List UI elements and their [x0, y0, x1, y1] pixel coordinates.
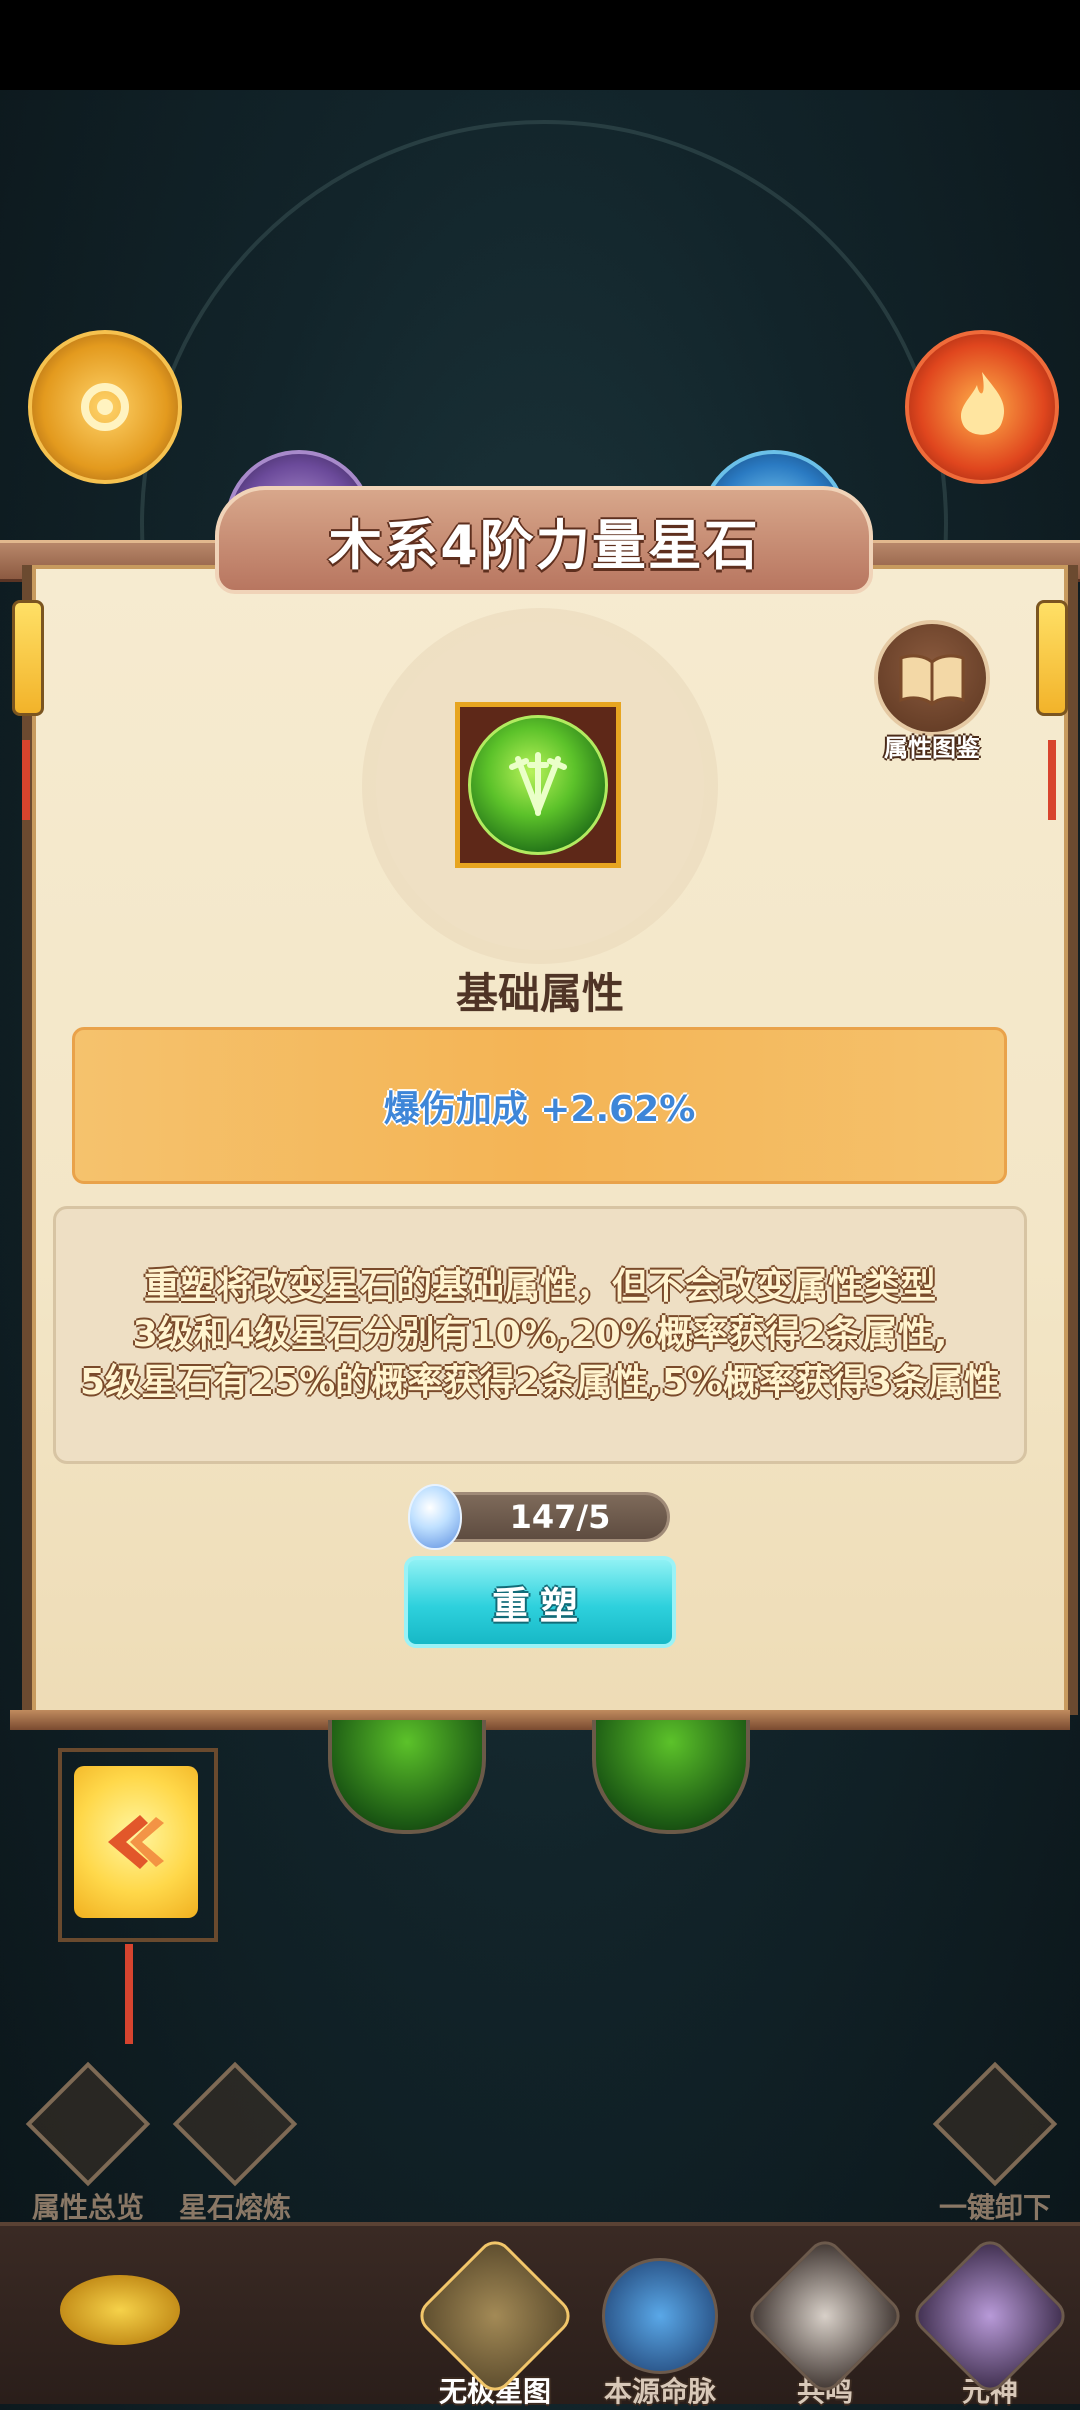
description-line: 5级星石有25%的概率获得2条属性,5%概率获得3条属性: [79, 1362, 1001, 1403]
back-arrow-icon: [108, 1815, 164, 1869]
nav-tab-spirit[interactable]: 元神: [907, 2233, 1073, 2410]
description-line: 重塑将改变星石的基础属性，但不会改变属性类型: [143, 1266, 936, 1307]
status-bar: [0, 0, 1080, 90]
base-attributes-title: 基础属性: [455, 969, 624, 1018]
codex-label: 属性图鉴: [884, 734, 980, 762]
equipped-stone-slot[interactable]: [592, 1720, 750, 1834]
stone-smelt-button[interactable]: 星石熔炼: [165, 2061, 305, 2226]
fire-element-orb: [905, 330, 1059, 484]
back-arrow-panel: [74, 1766, 198, 1918]
lantern-tassel: [125, 1944, 133, 2044]
nav-tab-origin-vein[interactable]: 本源命脉: [585, 2258, 735, 2410]
description-line: 3级和4级星石分别有10%,20%概率获得2条属性,: [132, 1314, 948, 1355]
attribute-box: 爆伤加成 +2.62%: [72, 1027, 1007, 1184]
right-rod: [1048, 740, 1056, 820]
nav-tab-resonance[interactable]: 共鸣: [742, 2233, 908, 2410]
attribute-overview-button[interactable]: 属性总览: [18, 2061, 158, 2226]
light-element-orb: [28, 330, 182, 484]
crit-damage-attribute: 爆伤加成 +2.62%: [383, 1088, 696, 1130]
cost-value: 147/5: [509, 1498, 611, 1536]
wood-power-stone-icon: [468, 715, 608, 855]
right-lamp: [1036, 600, 1068, 716]
title-plate: 木系4阶力量星石: [215, 486, 873, 594]
overview-label: 属性总览: [31, 2191, 144, 2224]
unload-all-button[interactable]: 一键卸下: [925, 2061, 1065, 2226]
nav-label: 本源命脉: [603, 2375, 716, 2408]
reshape-button[interactable]: 重塑: [404, 1556, 676, 1648]
unload-icon: [932, 2061, 1058, 2187]
overview-icon: [25, 2061, 151, 2187]
golden-bird-decoration: [60, 2275, 180, 2345]
star-stone-item[interactable]: [455, 702, 621, 868]
origin-vein-icon: [602, 2258, 718, 2374]
reshape-crystal-icon: [408, 1484, 462, 1550]
panel-bottom-bar: [10, 1710, 1070, 1730]
left-lamp: [12, 600, 44, 716]
reshape-label: 重塑: [491, 1583, 588, 1628]
nav-tab-star-map[interactable]: 无极星图: [412, 2233, 578, 2410]
equipped-stone-slot[interactable]: [328, 1720, 486, 1834]
open-book-icon: [874, 620, 990, 736]
description-box: 重塑将改变星石的基础属性，但不会改变属性类型 3级和4级星石分别有10%,20%…: [53, 1206, 1027, 1464]
smelt-icon: [172, 2061, 298, 2187]
left-rod: [22, 740, 30, 820]
dialog-title: 木系4阶力量星石: [328, 513, 760, 577]
back-lantern[interactable]: [58, 1748, 218, 1942]
attribute-codex-button[interactable]: 属性图鉴: [872, 620, 992, 762]
unload-label: 一键卸下: [938, 2191, 1051, 2224]
smelt-label: 星石熔炼: [178, 2191, 291, 2224]
